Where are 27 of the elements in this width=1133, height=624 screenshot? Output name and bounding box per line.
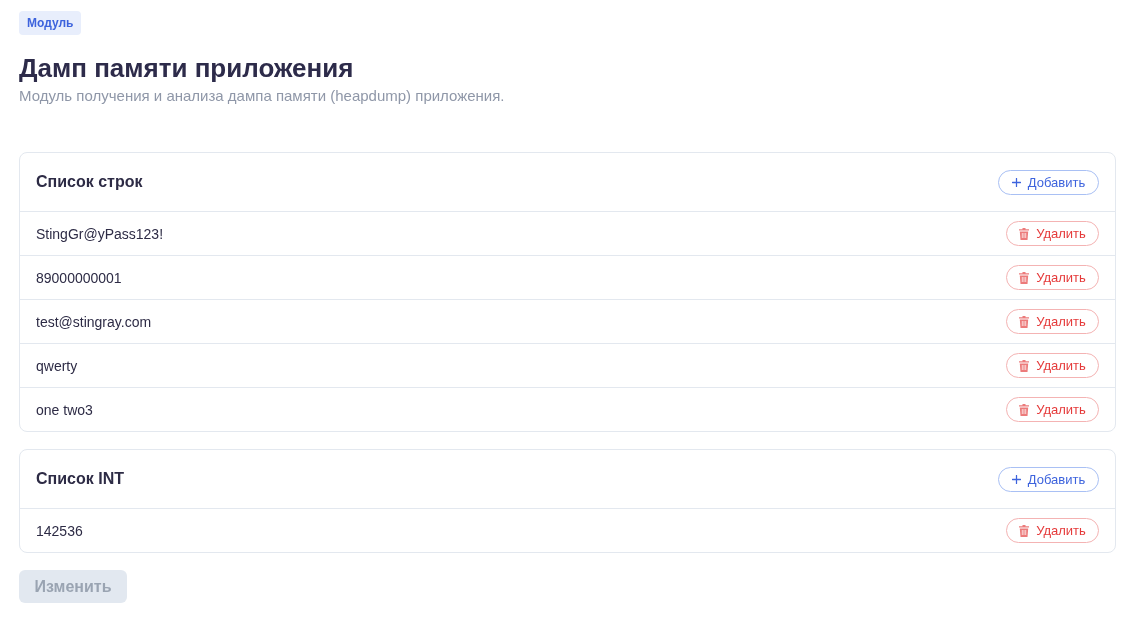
list-item-text: qwerty [36,357,78,374]
delete-button[interactable]: Удалить [1006,221,1099,246]
trash-icon [1019,359,1030,372]
list-item-text: one two3 [36,401,93,418]
delete-button[interactable]: Удалить [1006,309,1099,334]
trash-icon [1019,315,1030,328]
delete-button[interactable]: Удалить [1006,265,1099,290]
delete-button[interactable]: Удалить [1006,397,1099,422]
list-item-text: 142536 [36,522,83,539]
delete-button[interactable]: Удалить [1006,353,1099,378]
add-button[interactable]: Добавить [998,466,1099,492]
page-subtitle: Модуль получения и анализа дампа памяти (heapdump) приложения. [19,86,505,106]
delete-button[interactable]: Удалить [1006,518,1099,543]
trash-icon [1019,403,1030,416]
page-title: Дамп памяти приложения [19,52,354,84]
trash-icon [1019,524,1030,537]
module-badge: Модуль [19,11,82,35]
list-item-text: test@stingray.com [36,313,152,330]
list-title: Список INT [36,470,124,488]
trash-icon [1019,271,1030,284]
plus-icon [1011,177,1021,187]
plus-icon [1011,474,1021,484]
trash-icon [1019,227,1030,240]
list-item-text: 89000000001 [36,269,122,286]
list-item-text: StingGr@yPass123! [36,225,164,242]
list-title: Список строк [36,173,143,191]
add-button[interactable]: Добавить [998,169,1099,195]
